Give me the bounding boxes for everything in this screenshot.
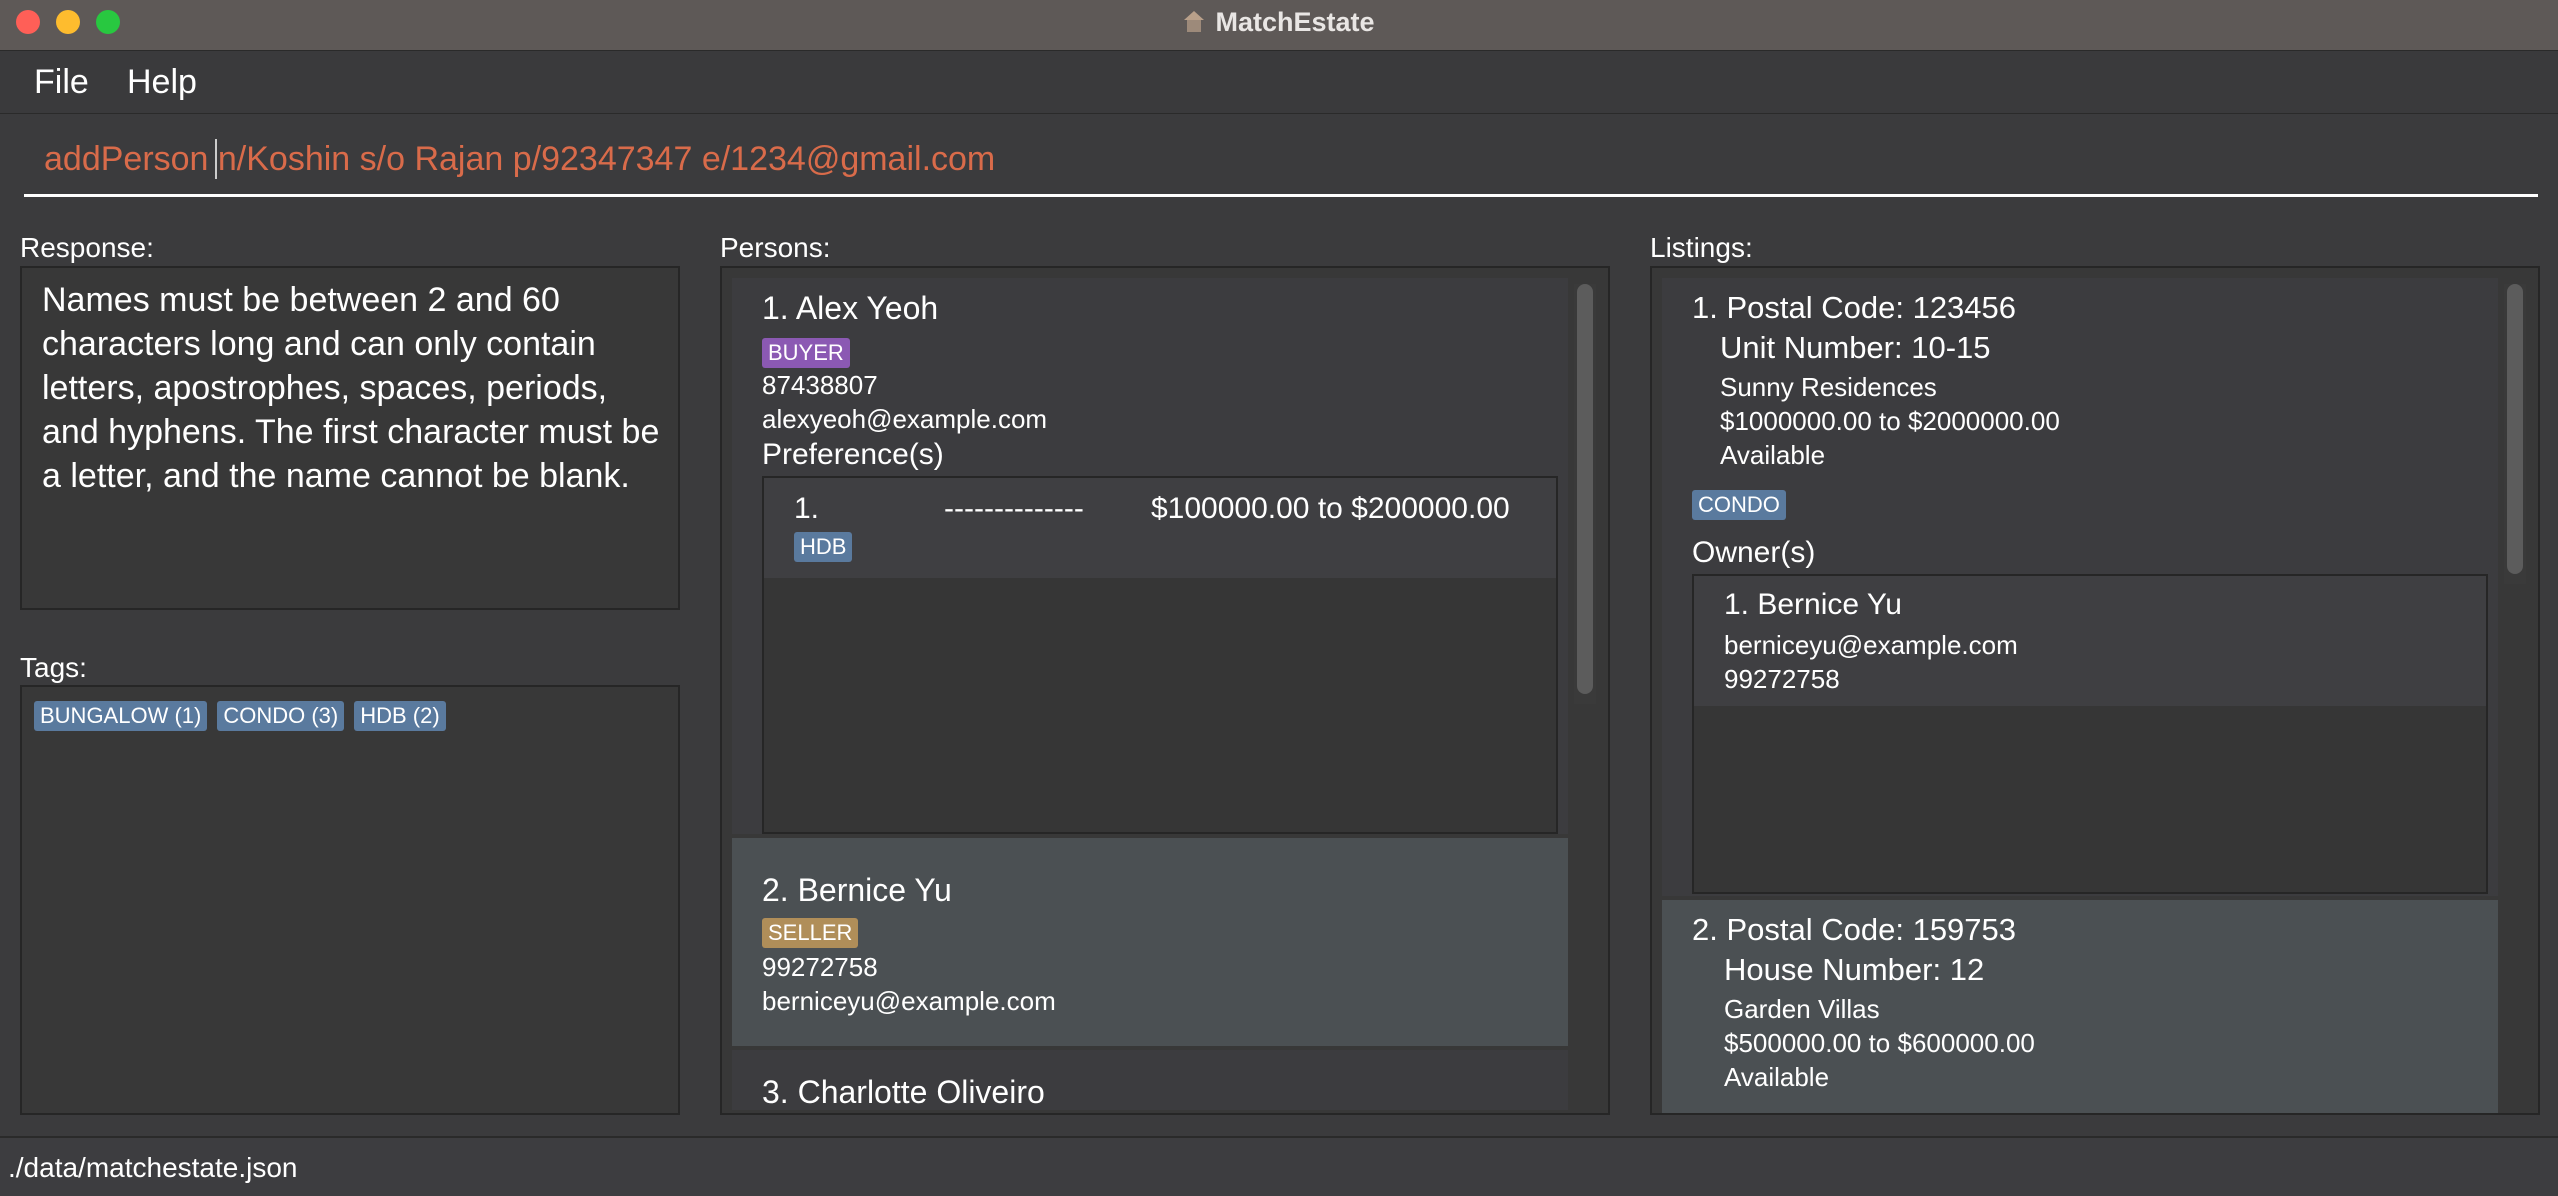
command-underline [24, 194, 2538, 197]
person-name: 1. Alex Yeoh [762, 290, 939, 326]
listing-price-range: $1000000.00 to $2000000.00 [1720, 406, 2060, 436]
listing-postal-code: 2. Postal Code: 159753 [1692, 912, 2017, 947]
person-name: 2. Bernice Yu [762, 872, 952, 908]
role-badge-buyer: BUYER [762, 338, 850, 368]
menu-help[interactable]: Help [127, 63, 197, 102]
preference-item[interactable]: 1. -------------- $100000.00 to $200000.… [764, 478, 1556, 578]
house-icon [1183, 11, 1205, 33]
listing-unit-number: Unit Number: 10-15 [1720, 330, 1991, 365]
person-card[interactable]: 2. Bernice Yu SELLER 99272758 berniceyu@… [732, 838, 1568, 1046]
owners-list[interactable]: 1. Bernice Yu berniceyu@example.com 9927… [1692, 574, 2488, 894]
owner-phone: 99272758 [1724, 664, 1840, 694]
preferences-list[interactable]: 1. -------------- $100000.00 to $200000.… [762, 476, 1558, 834]
listing-postal-code: 1. Postal Code: 123456 [1692, 290, 2017, 325]
listing-card[interactable]: 2. Postal Code: 159753 House Number: 12 … [1662, 900, 2498, 1113]
listing-tag-condo: CONDO [1692, 490, 1786, 520]
owner-email: berniceyu@example.com [1724, 630, 2018, 660]
listing-card[interactable]: 1. Postal Code: 123456 Unit Number: 10-1… [1662, 278, 2498, 896]
person-card[interactable]: 3. Charlotte Oliveiro [732, 1050, 1568, 1110]
menu-file[interactable]: File [34, 63, 89, 102]
title-bar: MatchEstate [0, 0, 2558, 51]
persons-label: Persons: [720, 232, 831, 263]
response-text: Names must be between 2 and 60 character… [42, 281, 660, 495]
persons-scrollbar[interactable] [1574, 284, 1596, 704]
preference-price-range: $100000.00 to $200000.00 [1151, 492, 1510, 525]
persons-scrollbar-thumb[interactable] [1577, 284, 1593, 694]
listings-scrollbar[interactable] [2504, 284, 2526, 584]
tags-panel: BUNGALOW (1) CONDO (3) HDB (2) [20, 685, 680, 1115]
preferences-label: Preference(s) [762, 438, 944, 471]
role-badge-seller: SELLER [762, 918, 859, 948]
tag-condo[interactable]: CONDO (3) [217, 701, 345, 731]
tags-label: Tags: [20, 652, 87, 683]
menu-bar: File Help [0, 51, 2558, 114]
tag-hdb[interactable]: HDB (2) [354, 701, 446, 731]
status-bar: ./data/matchestate.json [0, 1136, 2558, 1196]
listings-list[interactable]: 1. Postal Code: 123456 Unit Number: 10-1… [1650, 266, 2540, 1115]
listing-price-range: $500000.00 to $600000.00 [1724, 1028, 2035, 1058]
listing-availability: Available [1724, 1062, 1830, 1092]
listing-name: Sunny Residences [1720, 372, 1937, 402]
command-input[interactable]: addPerson n/Koshin s/o Rajan p/92347347 … [44, 140, 995, 179]
listing-availability: Available [1720, 440, 1826, 470]
person-phone: 87438807 [762, 370, 878, 400]
owner-name: 1. Bernice Yu [1724, 588, 1902, 621]
preference-dashes: -------------- [944, 492, 1084, 525]
listings-label: Listings: [1650, 232, 1753, 263]
person-email: alexyeoh@example.com [762, 404, 1048, 434]
listing-house-number: House Number: 12 [1724, 952, 1985, 987]
preference-index: 1. [794, 492, 820, 525]
owner-item[interactable]: 1. Bernice Yu berniceyu@example.com 9927… [1694, 576, 2486, 706]
response-panel[interactable]: Names must be between 2 and 60 character… [20, 266, 680, 610]
person-phone: 99272758 [762, 952, 878, 982]
listing-name: Garden Villas [1724, 994, 1880, 1024]
command-box[interactable]: addPerson n/Koshin s/o Rajan p/92347347 … [10, 118, 2538, 197]
window-title: MatchEstate [1215, 6, 1375, 37]
window-title-group: MatchEstate [0, 0, 2558, 44]
person-card[interactable]: 1. Alex Yeoh BUYER 87438807 alexyeoh@exa… [732, 278, 1568, 834]
person-name: 3. Charlotte Oliveiro [762, 1074, 1045, 1110]
save-file-path: ./data/matchestate.json [8, 1152, 298, 1183]
tag-bungalow[interactable]: BUNGALOW (1) [34, 701, 208, 731]
tags-list: BUNGALOW (1) CONDO (3) HDB (2) [34, 701, 456, 731]
person-email: berniceyu@example.com [762, 986, 1056, 1016]
owners-label: Owner(s) [1692, 536, 1816, 569]
listings-scrollbar-thumb[interactable] [2507, 284, 2523, 574]
persons-list[interactable]: 1. Alex Yeoh BUYER 87438807 alexyeoh@exa… [720, 266, 1610, 1115]
text-caret [215, 139, 217, 179]
response-label: Response: [20, 232, 154, 263]
preference-tag-hdb: HDB [794, 532, 853, 562]
